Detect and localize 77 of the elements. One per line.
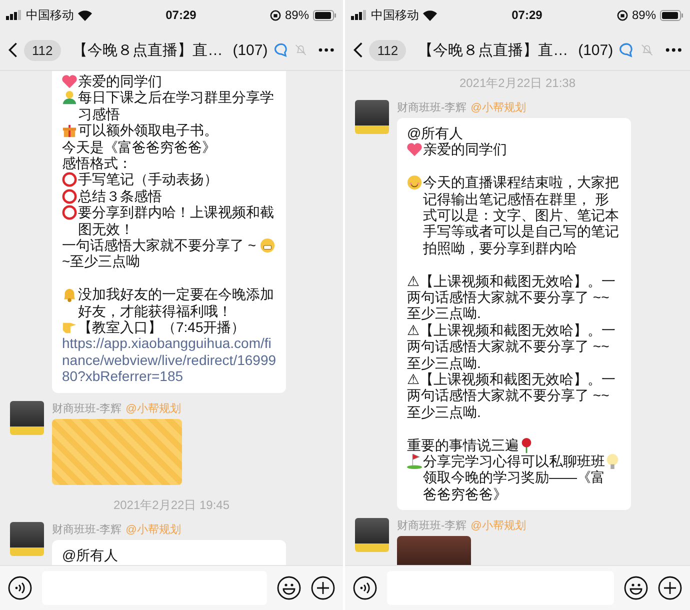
battery-percent: 89%	[284, 8, 309, 22]
sender-name: 财商班班-李辉 @小帮规划	[52, 402, 182, 416]
rotation-lock-icon	[616, 10, 628, 20]
message-text: ⚠【上课视频和截图无效哈】。一两句话感悟大家就不要分享了 ~~至少三点呦.	[407, 322, 617, 372]
link[interactable]: https://app.xiaobangguihua.com/finance/webview/live/redirect/1699980?xbReferrer=185	[62, 335, 276, 385]
chat-title: 【今晚８点直播】直…	[72, 40, 223, 60]
back-icon[interactable]	[8, 40, 18, 60]
message-text: 一句话感悟大家就不要分享了 ~~至少三点呦	[62, 237, 258, 270]
message-text: 今天是《富爸爸穷爸爸》	[62, 138, 216, 156]
rotation-lock-icon	[270, 10, 281, 20]
battery-icon	[313, 10, 337, 20]
sender-name: 财商班班-李辉 @小帮规划	[397, 100, 527, 115]
message-text: 可以额外领取电子书。	[78, 122, 218, 139]
message-text: 亲爱的同学们	[423, 141, 507, 158]
plus-icon[interactable]	[311, 576, 335, 600]
heart-icon	[407, 142, 422, 158]
carrier-name: 中国移动	[371, 6, 419, 24]
person-icon	[62, 90, 77, 106]
message-text: 重要的事情说三遍	[407, 436, 519, 454]
voice-icon[interactable]	[353, 576, 377, 600]
back-icon[interactable]	[353, 40, 364, 60]
wifi-icon	[423, 10, 437, 20]
message-text: ⚠【上课视频和截图无效哈】。一两句话感悟大家就不要分享了 ~~至少三点呦.	[407, 272, 617, 322]
message-text: 亲爱的同学们	[78, 73, 162, 90]
more-icon[interactable]	[318, 47, 335, 53]
battery-percent: 89%	[632, 8, 656, 22]
message-text: 没加我好友的一定要在今晚添加好友，才能获得福利哦！	[78, 286, 275, 320]
clock-time: 07:29	[510, 8, 544, 22]
chat-bubble-icon	[274, 42, 289, 58]
message-text: 手写笔记（手动表扬）	[78, 171, 218, 188]
message-text: 总结３条感悟	[78, 188, 162, 204]
battery-icon	[660, 10, 684, 20]
more-icon[interactable]	[664, 47, 682, 53]
ring-icon	[62, 172, 77, 188]
carrier-name: 中国移动	[26, 6, 74, 24]
message-text: 分享完学习心得可以私聊班班领取今晚的学习奖励——《富爸爸穷爸爸》	[423, 453, 605, 502]
bell-icon	[62, 287, 77, 302]
grin-icon	[260, 238, 275, 254]
sender-name: 财商班班-李辉 @小帮规划	[397, 518, 526, 534]
signal-icon	[351, 10, 367, 20]
message-text: @所有人	[62, 546, 118, 564]
avatar-photo-placeholder[interactable]	[10, 522, 44, 556]
clock-time: 07:29	[164, 8, 198, 22]
muted-bell-icon	[640, 43, 653, 57]
light-bulb-icon	[605, 454, 620, 470]
unread-count-badge[interactable]: 112	[369, 40, 406, 60]
avatar-photo-placeholder[interactable]	[355, 518, 389, 552]
ring-icon	[62, 188, 77, 204]
smile-icon	[407, 175, 422, 190]
unread-count-badge[interactable]: 112	[24, 40, 61, 60]
signal-icon	[6, 10, 22, 20]
member-count: (107)	[232, 42, 268, 58]
chat-title: 【今晚８点直播】直…	[418, 40, 568, 60]
golf-flag-icon	[407, 454, 422, 470]
emoji-icon[interactable]	[277, 576, 301, 600]
message-text: 感悟格式：	[62, 155, 132, 172]
muted-bell-icon	[294, 43, 306, 57]
message-text: ⚠【上课视频和截图无效哈】。一两句话感悟大家就不要分享了 ~~至少三点呦.	[407, 371, 617, 420]
heart-icon	[62, 74, 77, 89]
chat-bubble-icon	[619, 42, 635, 58]
timestamp: 2021年2月22日 21:38	[458, 75, 577, 92]
message-text: 每日下课之后在学习群里分享学习感悟	[78, 89, 275, 122]
member-count: (107)	[578, 42, 614, 58]
message-text: 【教室入口】（7:45开播）	[78, 319, 246, 336]
plus-icon[interactable]	[658, 576, 682, 600]
gift-icon	[62, 123, 77, 138]
message-text: 要分享到群内哈！上课视频和截图无效！	[78, 204, 275, 238]
sender-name: 财商班班-李辉 @小帮规划	[52, 522, 182, 537]
timestamp: 2021年2月22日 19:45	[112, 496, 231, 514]
ring-icon	[62, 205, 77, 220]
voice-icon[interactable]	[8, 576, 32, 600]
avatar-photo-placeholder[interactable]	[355, 100, 389, 134]
message-text: 今天的直播课程结束啦，大家把记得输出笔记感悟在群里， 形式可以是：文字、图片、笔记本手写等或者可以是自己写的笔记拍照呦，要分享到群内哈	[423, 174, 620, 256]
avatar-photo-placeholder[interactable]	[10, 400, 44, 435]
emoji-icon[interactable]	[624, 576, 648, 600]
wifi-icon	[78, 10, 92, 20]
message-text: @所有人	[407, 125, 464, 142]
